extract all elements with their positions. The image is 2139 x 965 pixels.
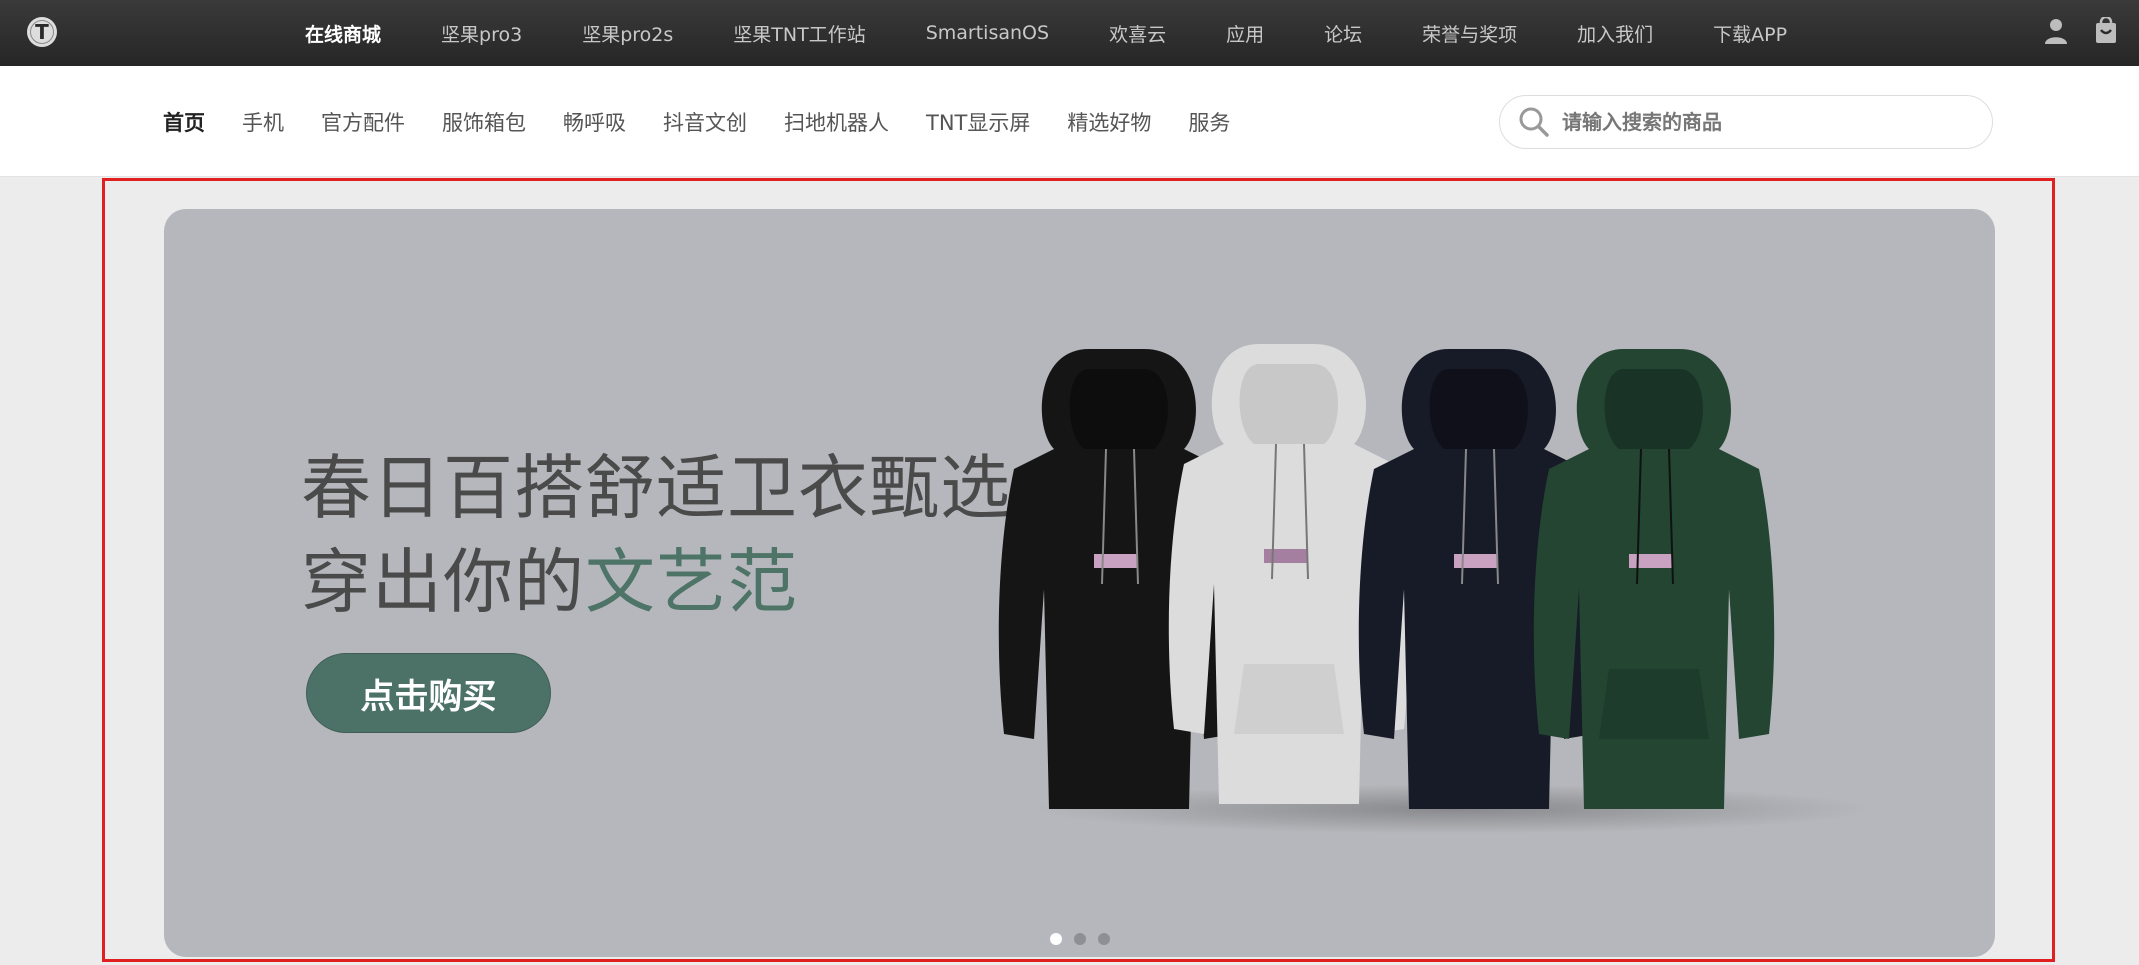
category-item-tnt-display[interactable]: TNT显示屏 — [926, 107, 1030, 137]
top-nav-item-pro2s[interactable]: 坚果pro2s — [582, 20, 673, 47]
logo-icon[interactable]: T — [27, 17, 57, 47]
category-item-phones[interactable]: 手机 — [242, 107, 284, 137]
buy-now-button[interactable]: 点击购买 — [306, 653, 551, 733]
hoodie-green — [1533, 349, 1775, 809]
banner-line-2-prefix: 穿出你的 — [301, 541, 585, 623]
carousel-dot-3[interactable] — [1097, 933, 1110, 945]
search-box[interactable] — [1499, 95, 1993, 149]
banner-line-2: 穿出你的文艺范 — [301, 535, 1011, 629]
category-item-douyin[interactable]: 抖音文创 — [663, 107, 747, 137]
top-nav-item-tnt[interactable]: 坚果TNT工作站 — [733, 20, 865, 47]
carousel-dot-2[interactable] — [1073, 933, 1086, 945]
top-nav-item-pro3[interactable]: 坚果pro3 — [441, 20, 522, 47]
category-item-breathe[interactable]: 畅呼吸 — [563, 107, 626, 137]
category-item-service[interactable]: 服务 — [1188, 107, 1230, 137]
carousel-dot-1[interactable] — [1049, 933, 1062, 945]
category-bar: 首页 手机 官方配件 服饰箱包 畅呼吸 抖音文创 扫地机器人 TNT显示屏 精选… — [0, 66, 2139, 177]
top-bar: T 在线商城 坚果pro3 坚果pro2s 坚果TNT工作站 Smartisan… — [0, 0, 2139, 66]
top-nav-item-smartisanos[interactable]: SmartisanOS — [926, 22, 1049, 44]
top-nav-item-apps[interactable]: 应用 — [1226, 20, 1264, 47]
top-nav-item-forum[interactable]: 论坛 — [1324, 20, 1362, 47]
top-nav-item-awards[interactable]: 荣誉与奖项 — [1422, 20, 1517, 47]
category-nav: 首页 手机 官方配件 服饰箱包 畅呼吸 抖音文创 扫地机器人 TNT显示屏 精选… — [163, 66, 1230, 177]
hoodies-image — [998, 344, 1874, 834]
cart-icon[interactable] — [2093, 15, 2119, 45]
category-item-robot-vacuum[interactable]: 扫地机器人 — [784, 107, 889, 137]
top-nav-item-join[interactable]: 加入我们 — [1577, 20, 1653, 47]
top-icons — [2043, 15, 2119, 45]
banner-line-2-accent: 文艺范 — [585, 541, 798, 623]
top-nav: 在线商城 坚果pro3 坚果pro2s 坚果TNT工作站 SmartisanOS… — [305, 0, 1787, 66]
search-input[interactable] — [1562, 110, 1962, 134]
banner-line-1: 春日百搭舒适卫衣甄选 — [301, 447, 1011, 529]
top-nav-item-cloud[interactable]: 欢喜云 — [1109, 20, 1166, 47]
carousel-dots — [164, 933, 1995, 945]
hero-banner[interactable]: 春日百搭舒适卫衣甄选 穿出你的文艺范 点击购买 — [164, 209, 1995, 957]
user-icon[interactable] — [2043, 17, 2069, 45]
category-item-picks[interactable]: 精选好物 — [1067, 107, 1151, 137]
search-icon[interactable] — [1518, 106, 1550, 138]
top-nav-item-download[interactable]: 下载APP — [1713, 20, 1787, 47]
category-item-accessories[interactable]: 官方配件 — [321, 107, 405, 137]
category-item-home[interactable]: 首页 — [163, 107, 205, 137]
top-nav-item-mall[interactable]: 在线商城 — [305, 20, 381, 47]
banner-headline: 春日百搭舒适卫衣甄选 穿出你的文艺范 — [301, 441, 1011, 629]
category-item-apparel[interactable]: 服饰箱包 — [442, 107, 526, 137]
